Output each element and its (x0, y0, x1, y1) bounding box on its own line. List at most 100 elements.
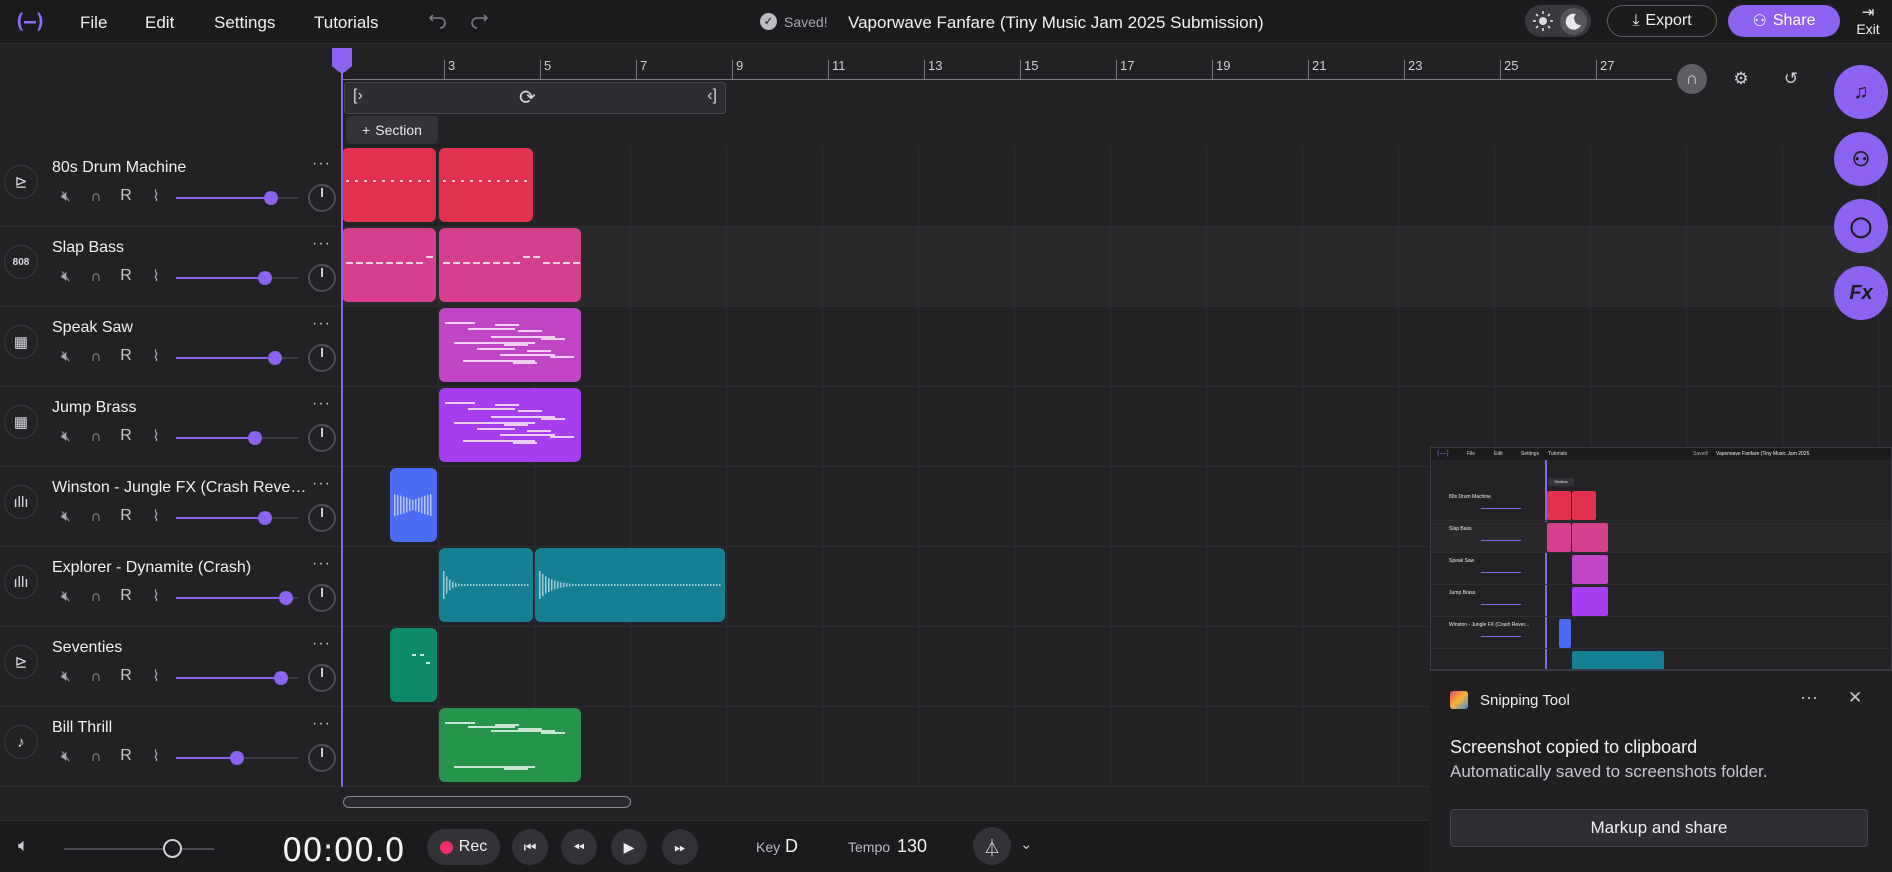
volume-knob[interactable] (258, 271, 272, 285)
track-name[interactable]: Jump Brass (52, 399, 310, 417)
track-name[interactable]: Winston - Jungle FX (Crash Reverb Down) (52, 479, 310, 497)
audio-clip[interactable] (535, 548, 725, 622)
track-name[interactable]: 80s Drum Machine (52, 159, 310, 177)
track-volume-slider[interactable] (176, 271, 298, 285)
track-name[interactable]: Bill Thrill (52, 719, 310, 737)
markup-and-share-button[interactable]: Markup and share (1450, 809, 1868, 847)
drum-machine-icon[interactable]: ⊵ (4, 645, 38, 679)
track-header[interactable]: ♪ Bill Thrill ··· 🔇︎ ∩ R ⌇ (0, 707, 340, 787)
headphones-icon[interactable]: ∩ (88, 668, 104, 685)
loop-region[interactable]: [› ⟳ ‹] (344, 82, 726, 114)
pan-knob[interactable] (308, 584, 336, 612)
fast-forward-button[interactable]: ⏩︎ (662, 829, 698, 865)
mute-icon[interactable]: 🔇︎ (58, 748, 74, 765)
automation-icon[interactable]: ⌇ (148, 667, 164, 685)
skip-to-start-button[interactable]: ⏮︎ (512, 829, 548, 865)
track-header[interactable]: ⊵ 80s Drum Machine ··· 🔇︎ ∩ R ⌇ (0, 147, 340, 227)
more-options-icon[interactable]: ··· (312, 715, 331, 733)
record-arm-button[interactable]: R (118, 747, 134, 765)
menu-settings[interactable]: Settings (214, 13, 275, 33)
pan-knob[interactable] (308, 664, 336, 692)
share-button[interactable]: ⚇ Share (1728, 5, 1840, 37)
volume-knob[interactable] (268, 351, 282, 365)
track-volume-slider[interactable] (176, 511, 298, 525)
reset-zoom-icon[interactable]: ↺ (1776, 64, 1806, 94)
more-options-icon[interactable]: ··· (312, 555, 331, 573)
close-icon[interactable]: ✕ (1848, 688, 1862, 708)
track-header[interactable]: ıllı Winston - Jungle FX (Crash Reverb Do… (0, 467, 340, 547)
record-arm-button[interactable]: R (118, 267, 134, 285)
track-volume-slider[interactable] (176, 351, 298, 365)
audio-clip[interactable] (390, 468, 437, 542)
redo-icon[interactable] (468, 11, 490, 33)
timeline-ruler[interactable]: 3 5 7 9 11 13 15 17 19 21 23 25 27 (342, 44, 1672, 80)
bass-808-icon[interactable]: 808 (4, 245, 38, 279)
chat-button[interactable]: ◯ (1834, 199, 1888, 253)
menu-tutorials[interactable]: Tutorials (314, 13, 379, 33)
menu-file[interactable]: File (80, 13, 107, 33)
pan-knob[interactable] (308, 344, 336, 372)
record-arm-button[interactable]: R (118, 587, 134, 605)
menu-edit[interactable]: Edit (145, 13, 174, 33)
track-volume-slider[interactable] (176, 671, 298, 685)
mute-icon[interactable]: 🔇︎ (58, 188, 74, 205)
track-name[interactable]: Explorer - Dynamite (Crash) (52, 559, 310, 577)
track-volume-slider[interactable] (176, 751, 298, 765)
volume-knob[interactable] (264, 191, 278, 205)
track-header[interactable]: ⊵ Seventies ··· 🔇︎ ∩ R ⌇ (0, 627, 340, 707)
waveform-icon[interactable]: ıllı (4, 565, 38, 599)
track-name[interactable]: Seventies (52, 639, 310, 657)
track-lane[interactable] (342, 147, 1892, 227)
pan-knob[interactable] (308, 184, 336, 212)
mute-icon[interactable]: 🔇︎ (58, 588, 74, 605)
audio-clip[interactable] (439, 228, 581, 302)
loop-toggle-icon[interactable]: ⟳ (519, 85, 536, 110)
audio-clip[interactable] (439, 148, 533, 222)
volume-knob[interactable] (258, 511, 272, 525)
key-value[interactable]: D (785, 836, 798, 857)
loop-end-handle-icon[interactable]: ‹] (707, 87, 717, 105)
pan-knob[interactable] (308, 744, 336, 772)
headphones-icon[interactable]: ∩ (88, 588, 104, 605)
mute-icon[interactable]: 🔇︎ (58, 508, 74, 525)
volume-knob[interactable] (279, 591, 293, 605)
track-name[interactable]: Slap Bass (52, 239, 310, 257)
volume-knob[interactable] (274, 671, 288, 685)
exit-button[interactable]: ⇥ Exit (1850, 3, 1886, 43)
headphones-icon[interactable]: ∩ (88, 508, 104, 525)
automation-icon[interactable]: ⌇ (148, 507, 164, 525)
more-options-icon[interactable]: ··· (1800, 687, 1818, 708)
waveform-icon[interactable]: ıllı (4, 485, 38, 519)
moon-icon[interactable] (1560, 8, 1587, 35)
pan-knob[interactable] (308, 504, 336, 532)
speaker-icon[interactable]: 🔈︎ (18, 835, 42, 859)
record-arm-button[interactable]: R (118, 187, 134, 205)
record-button[interactable]: Rec (427, 829, 500, 865)
master-volume-slider[interactable] (64, 839, 214, 858)
more-options-icon[interactable]: ··· (312, 235, 331, 253)
automation-icon[interactable]: ⌇ (148, 427, 164, 445)
keyboard-icon[interactable]: ▦ (4, 405, 38, 439)
sun-icon[interactable] (1531, 9, 1555, 33)
master-volume-knob[interactable] (163, 839, 182, 858)
track-volume-slider[interactable] (176, 191, 298, 205)
headphones-icon[interactable]: ∩ (88, 428, 104, 445)
metronome-button[interactable]: ⏃ (973, 827, 1011, 865)
automation-icon[interactable]: ⌇ (148, 347, 164, 365)
automation-icon[interactable]: ⌇ (148, 187, 164, 205)
snap-magnet-icon[interactable]: ∩ (1677, 64, 1707, 94)
automation-icon[interactable]: ⌇ (148, 267, 164, 285)
app-logo[interactable]: (—) (14, 9, 54, 33)
undo-icon[interactable] (427, 11, 449, 33)
track-volume-slider[interactable] (176, 431, 298, 445)
scrollbar-thumb[interactable] (343, 796, 631, 808)
audio-clip[interactable] (439, 708, 581, 782)
audio-clip[interactable] (439, 548, 533, 622)
mute-icon[interactable]: 🔇︎ (58, 268, 74, 285)
horizontal-scrollbar[interactable] (342, 796, 1442, 808)
track-volume-slider[interactable] (176, 591, 298, 605)
collaborators-button[interactable]: ⚇ (1834, 132, 1888, 186)
project-title[interactable]: Vaporwave Fanfare (Tiny Music Jam 2025 S… (848, 13, 1264, 33)
keyboard-icon[interactable]: ▦ (4, 325, 38, 359)
guitar-icon[interactable]: ♪ (4, 725, 38, 759)
